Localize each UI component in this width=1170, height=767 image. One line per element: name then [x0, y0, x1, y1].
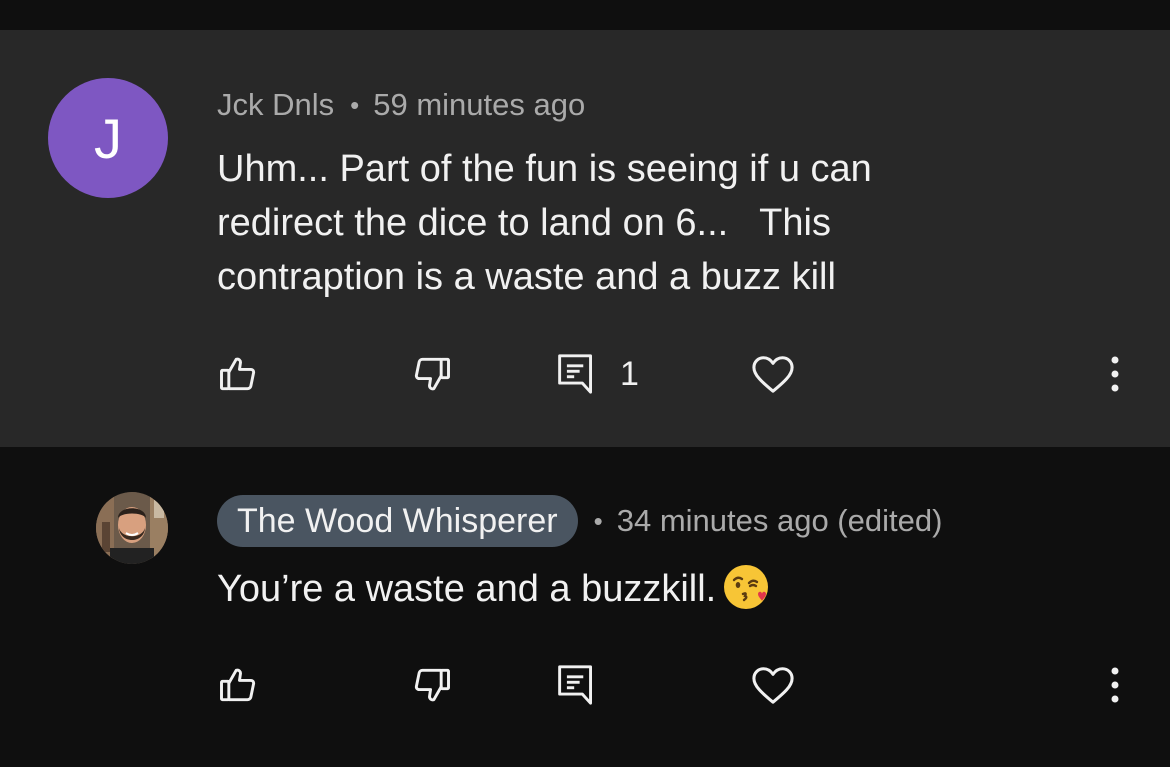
thumbs-up-icon — [220, 668, 256, 702]
heart-button[interactable] — [750, 344, 796, 404]
top-strip — [0, 0, 1170, 30]
dislike-button[interactable] — [410, 655, 454, 715]
reply-count: 1 — [620, 354, 639, 393]
reply-icon — [558, 665, 592, 705]
meta-separator: • — [350, 89, 360, 120]
kissing-face-with-heart-emoji — [724, 565, 769, 609]
heart-button[interactable] — [750, 655, 796, 715]
comment-card: J Jck Dnls • 59 minutes ago Uhm... Part … — [0, 30, 1170, 447]
heart-icon — [752, 667, 794, 704]
profile-photo — [96, 492, 168, 564]
more-vert-icon — [1111, 667, 1119, 703]
creator-author-chip[interactable]: The Wood Whisperer — [217, 495, 578, 547]
reply-button[interactable]: 1 — [556, 344, 639, 404]
avatar[interactable] — [96, 492, 168, 564]
more-vert-icon — [1111, 356, 1119, 392]
like-button[interactable] — [216, 344, 260, 404]
comment-action-bar — [0, 655, 1170, 715]
like-button[interactable] — [216, 655, 260, 715]
more-options-button[interactable] — [1100, 344, 1130, 404]
comment-author[interactable]: Jck Dnls — [217, 87, 334, 123]
comment-meta: The Wood Whisperer • 34 minutes ago (edi… — [217, 495, 942, 547]
comment-timestamp: 34 minutes ago (edited) — [616, 503, 943, 538]
thumbs-down-icon — [414, 668, 450, 702]
comments-screen: J Jck Dnls • 59 minutes ago Uhm... Part … — [0, 0, 1170, 767]
avatar[interactable]: J — [48, 78, 168, 198]
reply-card: The Wood Whisperer • 34 minutes ago (edi… — [0, 447, 1170, 767]
comment-text-wrapper: You’re a waste and a buzzkill. — [217, 562, 1117, 616]
heart-icon — [752, 356, 794, 393]
reply-button[interactable] — [556, 655, 596, 715]
thumbs-up-icon — [220, 357, 256, 391]
reply-icon — [558, 354, 592, 394]
comment-text: Uhm... Part of the fun is seeing if u ca… — [217, 148, 872, 298]
dislike-button[interactable] — [410, 344, 454, 404]
comment-meta: Jck Dnls • 59 minutes ago — [217, 83, 585, 127]
more-options-button[interactable] — [1100, 655, 1130, 715]
thumbs-down-icon — [414, 357, 450, 391]
comment-action-bar: 1 — [0, 344, 1170, 404]
comment-text: You’re a waste and a buzzkill. — [217, 568, 717, 610]
meta-separator: • — [593, 505, 603, 536]
comment-timestamp: 59 minutes ago — [373, 87, 586, 122]
avatar-letter: J — [94, 106, 122, 170]
